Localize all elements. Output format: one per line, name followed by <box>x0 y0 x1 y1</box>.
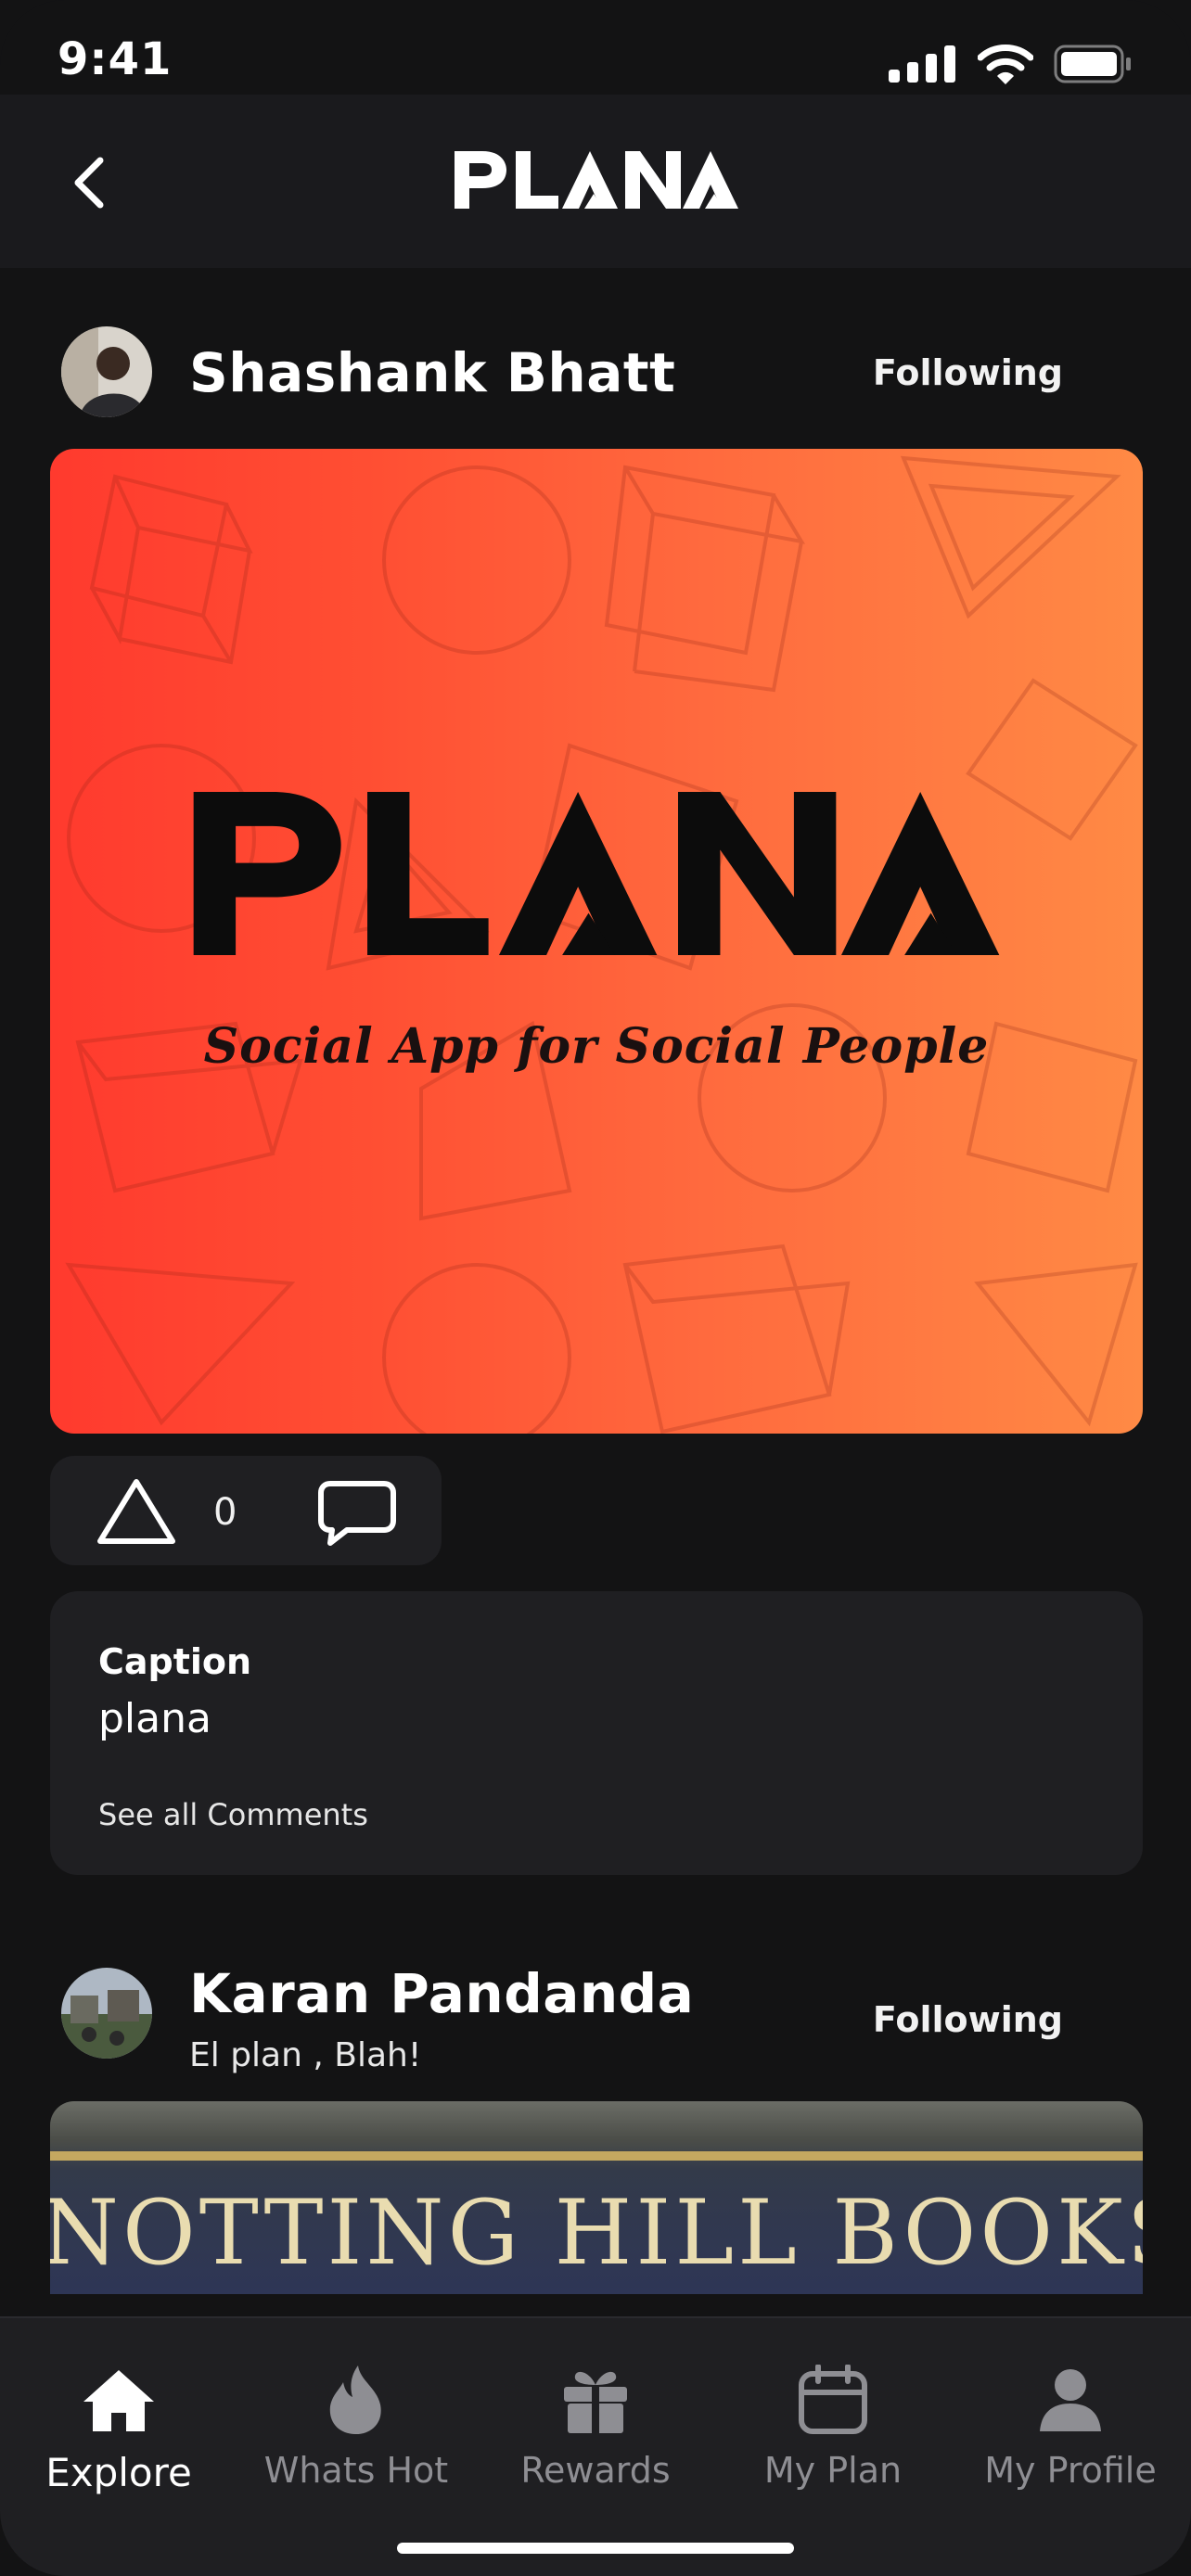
sign-text: NOTTING HILL BOOKSHOP <box>50 2181 1143 2285</box>
tab-label: Explore <box>45 2450 192 2495</box>
tab-my-profile[interactable]: My Profile <box>959 2363 1182 2491</box>
calendar-icon <box>799 2365 867 2434</box>
avatar-image <box>61 326 152 417</box>
comment-button[interactable] <box>315 1478 399 1549</box>
following-button[interactable]: Following <box>873 1999 1063 2040</box>
tab-label: My Plan <box>763 2450 903 2491</box>
like-count: 0 <box>213 1491 237 1534</box>
home-indicator[interactable] <box>397 2543 794 2554</box>
tab-label: Rewards <box>520 2450 671 2491</box>
post-header: Shashank Bhatt Following <box>0 325 1191 427</box>
triangle-like-icon <box>97 1479 175 1544</box>
top-header <box>0 95 1191 268</box>
status-icons <box>889 45 1132 84</box>
profile-icon <box>1040 2369 1101 2431</box>
post-image[interactable]: Social App for Social People <box>50 449 1143 1434</box>
gift-icon <box>564 2371 627 2433</box>
avatar[interactable] <box>61 1968 152 2059</box>
caption-card: Caption plana See all Comments <box>50 1591 1143 1875</box>
post-header: Karan Pandanda El plan , Blah! Following <box>0 1962 1191 2092</box>
caption-label: Caption <box>98 1641 252 1682</box>
post-subtitle: El plan , Blah! <box>189 2036 422 2074</box>
post-actions: 0 <box>50 1456 442 1565</box>
tab-label: Whats Hot <box>263 2450 449 2491</box>
post-author-name[interactable]: Karan Pandanda <box>189 1962 694 2025</box>
post-author-name[interactable]: Shashank Bhatt <box>189 341 675 404</box>
back-button[interactable] <box>61 150 117 215</box>
tab-label: My Profile <box>984 2450 1157 2491</box>
wifi-icon <box>978 45 1033 84</box>
avatar[interactable] <box>61 326 152 417</box>
banner-logo <box>50 792 1143 959</box>
post-image[interactable]: NOTTING HILL BOOKSHOP <box>50 2101 1143 2294</box>
banner-tagline: Social App for Social People <box>203 1018 990 1075</box>
flame-icon <box>329 2366 381 2434</box>
home-icon <box>83 2370 154 2431</box>
tab-rewards[interactable]: Rewards <box>484 2363 707 2491</box>
tab-my-plan[interactable]: My Plan <box>722 2363 944 2491</box>
avatar-image <box>61 1968 152 2059</box>
status-time: 9:41 <box>58 33 173 85</box>
tab-explore[interactable]: Explore <box>7 2363 230 2495</box>
tab-whats-hot[interactable]: Whats Hot <box>245 2363 467 2491</box>
plana-logo <box>455 143 738 217</box>
cellular-signal-icon <box>889 45 955 83</box>
chevron-left-icon <box>74 157 104 209</box>
bottom-tab-bar: Explore Whats Hot Rewards My Plan My Pro… <box>0 2316 1191 2576</box>
like-button[interactable] <box>95 1476 178 1547</box>
see-all-comments-link[interactable]: See all Comments <box>98 1797 368 1832</box>
sign-rail <box>50 2151 1143 2161</box>
comment-bubble-icon <box>318 1481 396 1546</box>
caption-text: plana <box>98 1695 211 1742</box>
plana-banner-wordmark <box>193 792 1000 955</box>
status-bar: 9:41 <box>0 0 1191 95</box>
battery-icon <box>1054 45 1131 83</box>
following-button[interactable]: Following <box>873 352 1063 393</box>
app-screen: 9:41 Shashank Bhatt Following Social App… <box>0 0 1191 2576</box>
plana-wordmark <box>455 151 738 209</box>
